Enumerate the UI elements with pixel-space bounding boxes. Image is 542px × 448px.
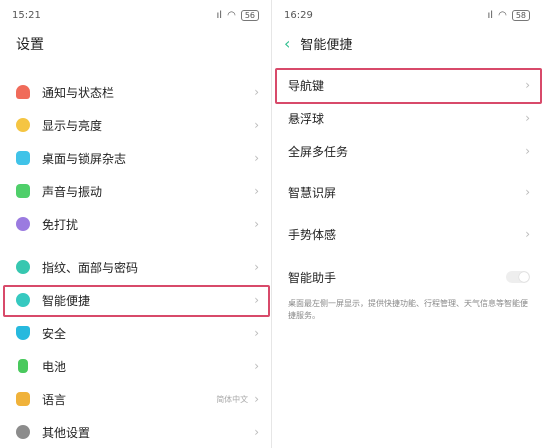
chevron-right-icon: › (525, 144, 530, 158)
chevron-right-icon: › (254, 217, 259, 231)
signal-icon: ıl (487, 9, 494, 21)
page-title: 智能便捷 (300, 38, 353, 53)
item-fullscreen-multitask[interactable]: 全屏多任务 › (288, 136, 530, 166)
chevron-right-icon: › (254, 392, 259, 406)
status-time: 16:29 (284, 9, 313, 21)
chevron-right-icon: › (254, 118, 259, 132)
bell-icon (16, 85, 30, 99)
item-smart-assistant[interactable]: 智能助手 (288, 262, 530, 292)
item-gestures[interactable]: 手势体感 › (288, 219, 530, 249)
settings-item-dnd[interactable]: 免打扰 › (16, 209, 259, 239)
chevron-right-icon: › (254, 326, 259, 340)
item-smart-screen-recognition[interactable]: 智慧识屏 › (288, 177, 530, 207)
moon-icon (16, 217, 30, 231)
settings-item-battery[interactable]: 电池 › (16, 351, 259, 381)
chevron-right-icon: › (525, 185, 530, 199)
settings-screen: 15:21 ıl ◠ 56 设置 通知与状态栏 › 显示与亮度 › 桌面与锁屏杂… (0, 0, 271, 448)
chevron-right-icon: › (254, 260, 259, 274)
settings-item-language[interactable]: 语言 简体中文 › (16, 384, 259, 414)
wifi-icon: ◠ (227, 9, 236, 21)
battery-level: 56 (240, 9, 259, 21)
settings-item-fingerprint[interactable]: 指纹、面部与密码 › (16, 252, 259, 282)
settings-item-notifications[interactable]: 通知与状态栏 › (16, 77, 259, 107)
settings-item-security[interactable]: 安全 › (16, 318, 259, 348)
settings-item-sound[interactable]: 声音与振动 › (16, 176, 259, 206)
highlight-box (275, 68, 542, 104)
chevron-right-icon: › (525, 111, 530, 125)
gear-icon (16, 425, 30, 439)
chevron-right-icon: › (254, 85, 259, 99)
language-value: 简体中文 (216, 394, 249, 404)
chevron-right-icon: › (254, 184, 259, 198)
settings-item-display[interactable]: 显示与亮度 › (16, 110, 259, 140)
settings-item-wallpaper[interactable]: 桌面与锁屏杂志 › (16, 143, 259, 173)
smart-assistant-description: 桌面最左侧一屏显示，提供快捷功能、行程管理、天气信息等智能便捷服务。 (288, 299, 528, 320)
battery-icon (18, 359, 28, 373)
page-title: 设置 (16, 37, 44, 53)
status-bar: 16:29 ıl ◠ 58 (284, 8, 530, 22)
chevron-right-icon: › (525, 227, 530, 241)
chevron-right-icon: › (254, 425, 259, 439)
fingerprint-icon (16, 260, 30, 274)
chevron-right-icon: › (254, 359, 259, 373)
page-header: ‹ 智能便捷 (284, 34, 352, 53)
chevron-right-icon: › (254, 151, 259, 165)
smart-convenience-screen: 16:29 ıl ◠ 58 ‹ 智能便捷 导航键 › 悬浮球 › 全屏多任务 ›… (271, 0, 542, 448)
status-bar: 15:21 ıl ◠ 56 (12, 8, 259, 22)
wallpaper-icon (16, 151, 30, 165)
shield-icon (16, 326, 30, 340)
back-arrow-icon[interactable]: ‹ (284, 35, 290, 51)
item-floating-ball[interactable]: 悬浮球 › (288, 103, 530, 133)
wifi-icon: ◠ (498, 9, 507, 21)
speaker-icon (16, 184, 30, 198)
screenshot-root: 15:21 ıl ◠ 56 设置 通知与状态栏 › 显示与亮度 › 桌面与锁屏杂… (0, 0, 542, 448)
signal-icon: ıl (216, 9, 223, 21)
language-icon (16, 392, 30, 406)
battery-level: 58 (511, 9, 530, 21)
smart-assistant-toggle[interactable] (506, 271, 530, 283)
highlight-box (3, 285, 270, 317)
status-time: 15:21 (12, 9, 41, 21)
settings-item-other[interactable]: 其他设置 › (16, 417, 259, 447)
brightness-icon (16, 118, 30, 132)
